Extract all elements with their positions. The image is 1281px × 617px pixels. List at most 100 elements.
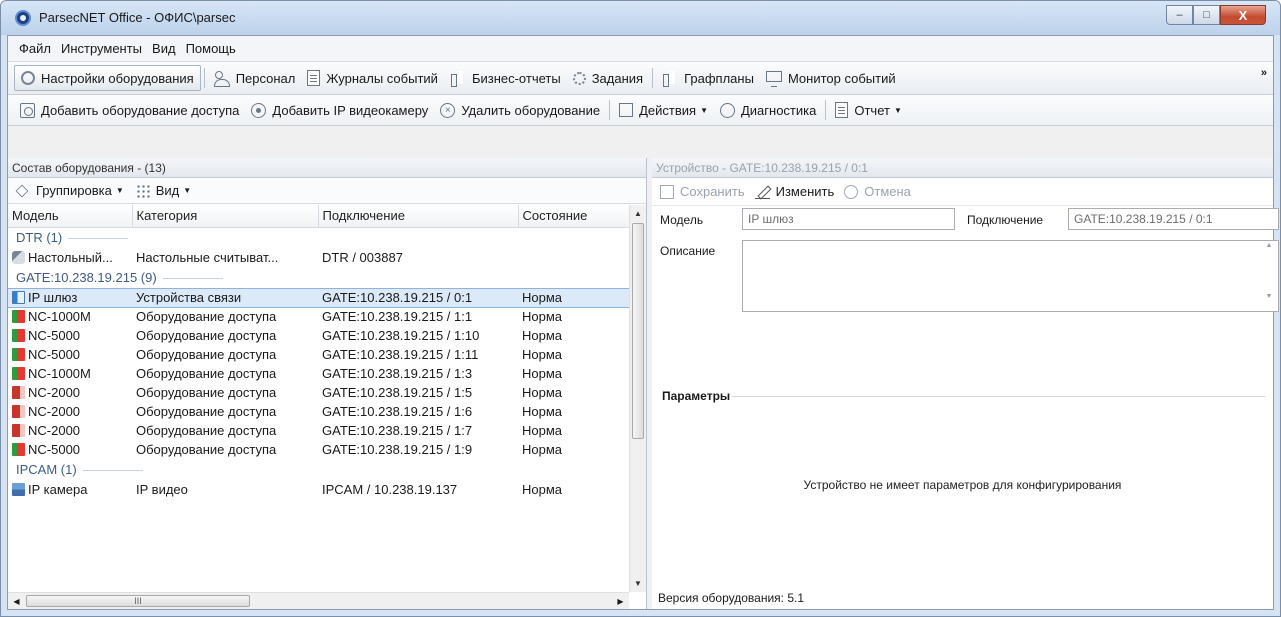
- nav-equipment-settings[interactable]: Настройки оборудования: [14, 65, 201, 91]
- column-header-model[interactable]: Модель: [8, 205, 133, 228]
- ipcam-device-icon: [12, 483, 25, 496]
- cell-model: NC-1000M: [8, 364, 132, 383]
- cell-connection: GATE:10.238.19.215 / 1:9: [318, 440, 518, 459]
- add-ip-camera-button[interactable]: Добавить IP видеокамеру: [245, 102, 434, 118]
- model-text: NC-5000: [28, 442, 81, 457]
- group-header-row[interactable]: IPCAM (1): [8, 459, 629, 480]
- nav-event-journals[interactable]: Журналы событий: [301, 65, 444, 91]
- cell-model: NC-2000: [8, 421, 132, 440]
- actions-dropdown[interactable]: Действия ▼: [613, 103, 714, 118]
- state-text: Норма: [522, 328, 563, 343]
- delete-equipment-button[interactable]: × Удалить оборудование: [434, 102, 606, 118]
- table-row[interactable]: IP шлюз Устройства связи GATE:10.238.19.21…: [8, 287, 629, 308]
- toolbar-overflow-button[interactable]: »: [1261, 68, 1267, 79]
- maximize-button[interactable]: □: [1193, 5, 1220, 25]
- table-row[interactable]: NC-5000 Оборудование доступа GATE:10.238.1…: [8, 345, 629, 364]
- menu-help[interactable]: Помощь: [181, 41, 241, 56]
- diagnostics-button[interactable]: Диагностика: [714, 102, 822, 118]
- cancel-button[interactable]: Отмена: [842, 184, 919, 199]
- nc1000-device-icon: [12, 329, 25, 342]
- cell-connection: GATE:10.238.19.215 / 1:7: [318, 421, 518, 440]
- category-text: Настольные считыват...: [136, 250, 279, 265]
- diagnostics-icon: [719, 102, 735, 118]
- scroll-down-icon[interactable]: ▼: [1262, 293, 1276, 300]
- journal-icon: [307, 70, 321, 86]
- cell-connection: GATE:10.238.19.215 / 1:11: [318, 345, 518, 364]
- category-text: IP видео: [136, 482, 188, 497]
- save-button[interactable]: Сохранить: [658, 184, 753, 199]
- main-toolbar: Настройки оборудования Персонал Журналы …: [8, 62, 1273, 95]
- group-header-row[interactable]: GATE:10.238.19.215 (9): [8, 267, 629, 288]
- table-row[interactable]: NC-2000 Оборудование доступа GATE:10.238.1…: [8, 421, 629, 440]
- monitor-icon: [765, 71, 782, 87]
- button-label: Действия: [639, 102, 697, 118]
- group-label: GATE:10.238.19.215 (9): [16, 269, 157, 285]
- connection-text: GATE:10.238.19.215 / 1:1: [322, 309, 473, 325]
- menu-view[interactable]: Вид: [147, 41, 181, 56]
- connection-field[interactable]: GATE:10.238.19.215 / 0:1: [1068, 208, 1279, 230]
- cell-connection: GATE:10.238.19.215 / 1:3: [318, 364, 518, 383]
- column-header-category[interactable]: Категория: [132, 205, 319, 228]
- nav-floorplans[interactable]: Графпланы: [656, 65, 760, 91]
- cell-category: Оборудование доступа: [132, 402, 318, 421]
- scroll-up-icon[interactable]: ▲: [1262, 242, 1276, 249]
- table-row[interactable]: NC-1000M Оборудование доступа GATE:10.238.…: [8, 364, 629, 383]
- state-text: Норма: [522, 309, 563, 325]
- nav-business-reports[interactable]: Бизнес-отчеты: [444, 65, 567, 91]
- nav-event-monitor[interactable]: Монитор событий: [760, 65, 902, 91]
- model-field[interactable]: IP шлюз: [742, 208, 955, 230]
- column-header-connection[interactable]: Подключение: [318, 205, 519, 228]
- cell-category: Оборудование доступа: [132, 326, 318, 345]
- close-button[interactable]: X: [1220, 5, 1266, 25]
- scroll-thumb[interactable]: III: [26, 595, 250, 607]
- description-field[interactable]: [742, 240, 1279, 312]
- scroll-thumb[interactable]: [632, 223, 644, 439]
- table-row[interactable]: NC-2000 Оборудование доступа GATE:10.238.1…: [8, 402, 629, 421]
- description-scrollbar[interactable]: ▲ ▼: [1262, 242, 1276, 310]
- connection-label: Подключение: [967, 213, 1044, 227]
- scroll-right-icon[interactable]: ▶: [612, 593, 629, 610]
- scroll-left-icon[interactable]: ◀: [8, 593, 25, 610]
- edit-button[interactable]: Изменить: [753, 184, 843, 199]
- scroll-up-icon[interactable]: ▲: [630, 205, 646, 222]
- grouping-dropdown[interactable]: Группировка ▼: [14, 183, 130, 198]
- nav-personnel[interactable]: Персонал: [208, 65, 302, 91]
- cell-state: Норма: [518, 287, 629, 308]
- group-header-row[interactable]: DTR (1): [8, 227, 629, 248]
- table-row[interactable]: NC-5000 Оборудование доступа GATE:10.238.1…: [8, 326, 629, 345]
- state-text: Норма: [522, 385, 563, 400]
- app-window: ParsecNET Office - ОФИС\parsec – □ X Фай…: [0, 0, 1281, 617]
- button-label: Добавить IP видеокамеру: [272, 102, 429, 118]
- table-row[interactable]: Настольный... Настольные считыват... DTR /…: [8, 248, 629, 267]
- cell-state: Норма: [518, 440, 629, 459]
- table-row[interactable]: NC-2000 Оборудование доступа GATE:10.238.1…: [8, 383, 629, 402]
- vertical-scrollbar[interactable]: ▲ ▼: [629, 205, 646, 592]
- group-cell: GATE:10.238.19.215 (9): [8, 267, 629, 288]
- category-text: Оборудование доступа: [136, 385, 277, 400]
- cell-model: NC-5000: [8, 345, 132, 364]
- horizontal-scrollbar[interactable]: ◀ III ▶: [8, 592, 629, 609]
- view-dropdown[interactable]: Вид ▼: [130, 183, 197, 198]
- title-bar[interactable]: ParsecNET Office - ОФИС\parsec – □ X: [1, 1, 1280, 35]
- minimize-button[interactable]: –: [1166, 5, 1193, 25]
- table-row[interactable]: NC-5000 Оборудование доступа GATE:10.238.1…: [8, 440, 629, 459]
- table-row[interactable]: IP камера IP видео IPCAM / 10.238.19.137 Но…: [8, 480, 629, 499]
- cell-state: [518, 248, 629, 267]
- cell-model: NC-2000: [8, 383, 132, 402]
- connection-text: GATE:10.238.19.215 / 1:3: [322, 366, 473, 381]
- grid-view-icon: [135, 183, 150, 198]
- button-label: Изменить: [775, 184, 835, 199]
- cell-connection: GATE:10.238.19.215 / 1:5: [318, 383, 518, 402]
- add-access-equipment-button[interactable]: Добавить оборудование доступа: [14, 102, 245, 118]
- report-dropdown[interactable]: Отчет ▼: [829, 102, 908, 118]
- cell-model: Настольный...: [8, 248, 132, 267]
- menu-tools[interactable]: Инструменты: [56, 41, 147, 56]
- nav-tasks[interactable]: Задания: [567, 65, 649, 91]
- scroll-down-icon[interactable]: ▼: [630, 575, 646, 592]
- chevron-down-icon: ▼: [115, 186, 124, 195]
- table-row[interactable]: NC-1000M Оборудование доступа GATE:10.238.…: [8, 307, 629, 326]
- menu-file[interactable]: Файл: [14, 41, 56, 56]
- parameters-divider: [732, 396, 1265, 397]
- group-label: DTR (1): [16, 230, 63, 246]
- column-header-state[interactable]: Состояние: [518, 205, 629, 228]
